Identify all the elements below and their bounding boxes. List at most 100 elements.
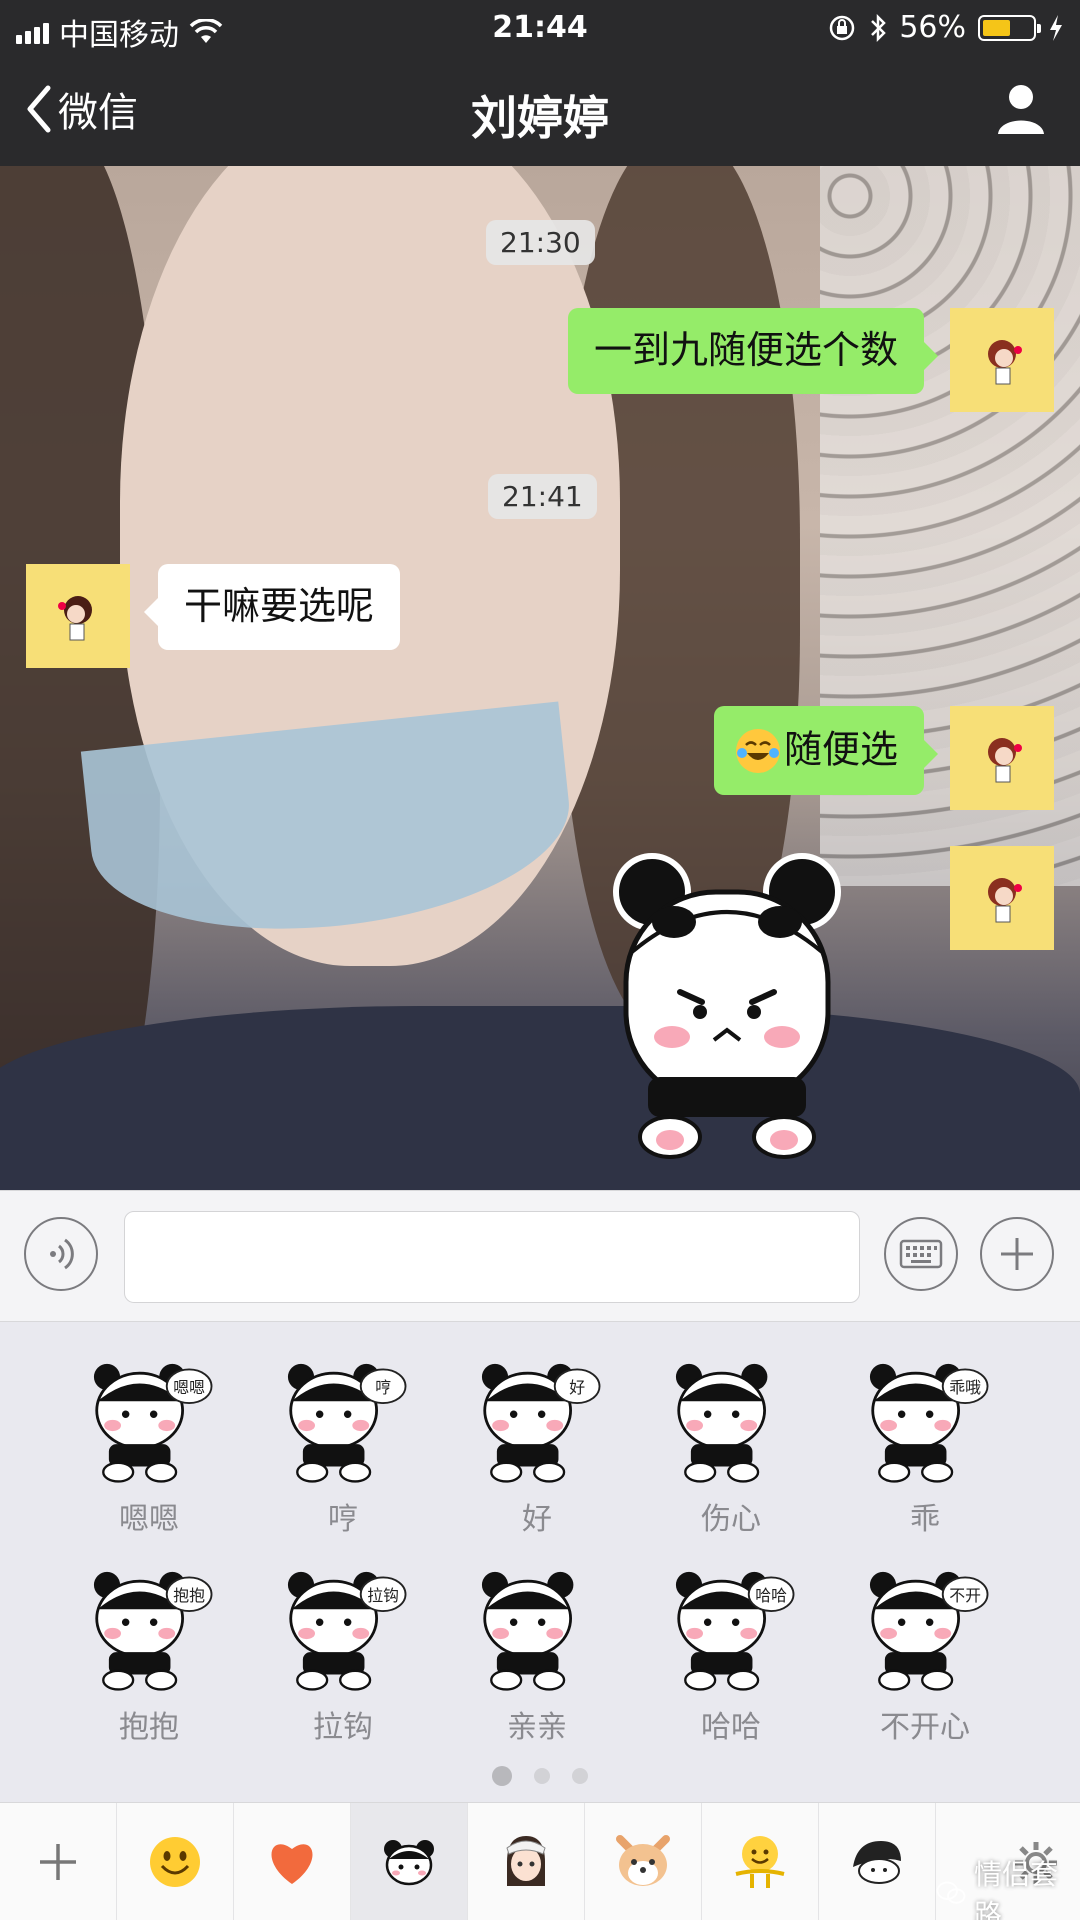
favorites-tab[interactable]	[234, 1803, 351, 1920]
keyboard-icon	[899, 1239, 943, 1269]
sticker-label: 哼	[328, 1502, 358, 1537]
panda-sticker-icon: 不开	[869, 1571, 989, 1691]
girl-avatar-icon	[58, 596, 92, 641]
status-right-group: 56%	[827, 10, 1064, 45]
page-dot-active[interactable]	[492, 1766, 512, 1786]
sticker-label: 拉钩	[313, 1710, 373, 1745]
svg-text:哈哈: 哈哈	[755, 1586, 787, 1605]
contact-avatar[interactable]	[26, 564, 130, 668]
panda-sticker-message[interactable]	[612, 852, 842, 1166]
girl-avatar-icon	[988, 738, 1022, 783]
sticker-item[interactable]: 嗯嗯 嗯嗯	[52, 1348, 246, 1544]
sticker-item[interactable]: 哼哼	[246, 1348, 440, 1544]
smiley-face-icon	[150, 1837, 200, 1887]
message-input[interactable]	[124, 1211, 860, 1303]
sticker-label: 乖	[910, 1502, 940, 1537]
my-avatar[interactable]	[950, 846, 1054, 950]
chat-title: 刘婷婷	[471, 91, 609, 145]
sticker-item[interactable]: 抱抱 抱抱	[52, 1556, 246, 1752]
svg-text:嗯嗯: 嗯嗯	[173, 1378, 205, 1397]
sticker-item[interactable]: 哈哈 哈哈	[634, 1556, 828, 1752]
sticker-label: 嗯嗯	[119, 1502, 179, 1537]
sticker-item[interactable]: 乖哦乖	[828, 1348, 1022, 1544]
emoji-tab[interactable]	[117, 1803, 234, 1920]
panda-sticker-icon: 哈哈	[675, 1571, 795, 1691]
sticker-item[interactable]: 拉钩 拉钩	[246, 1556, 440, 1752]
svg-text:好: 好	[569, 1378, 585, 1397]
sticker-label: 伤心	[701, 1502, 761, 1537]
sent-message[interactable]: 随便选	[713, 706, 939, 795]
sent-message[interactable]: 一到九随便选个数	[567, 308, 939, 394]
bluetooth-icon	[871, 13, 887, 42]
voice-button[interactable]	[24, 1217, 98, 1291]
status-bar: 中国移动 21:44 56%	[0, 0, 1080, 56]
panda-sticker-icon: 嗯嗯	[93, 1363, 213, 1483]
dog-sticker-tab[interactable]	[585, 1803, 702, 1920]
svg-text:不开: 不开	[949, 1586, 981, 1605]
sticker-label: 好	[522, 1502, 552, 1537]
charging-icon	[1050, 14, 1062, 41]
sticker-label: 亲亲	[507, 1710, 567, 1745]
timestamp: 21:41	[488, 474, 597, 519]
background-photo-jacket	[0, 1006, 1080, 1190]
sticker-item[interactable]: 不开不开心	[828, 1556, 1022, 1752]
shiba-dog-icon	[616, 1835, 670, 1886]
panda-sticker-icon	[481, 1571, 574, 1691]
emoji-tab-strip: 情侣套路	[0, 1802, 1080, 1920]
rotation-lock-icon	[830, 15, 855, 40]
sticker-label: 不开心	[880, 1710, 970, 1745]
page-dot[interactable]	[534, 1768, 550, 1784]
sticker-item[interactable]: 好好	[440, 1348, 634, 1544]
message-text: 随便选	[783, 727, 898, 772]
svg-text:抱抱: 抱抱	[173, 1586, 205, 1605]
page-indicator	[0, 1766, 1080, 1786]
my-avatar[interactable]	[950, 308, 1054, 412]
girl-sticker-tab[interactable]	[468, 1803, 585, 1920]
crying-laughing-emoji-icon	[735, 728, 780, 773]
svg-text:拉钩: 拉钩	[367, 1586, 399, 1605]
girl-avatar-icon	[988, 878, 1022, 923]
battery-icon	[978, 14, 1041, 41]
timestamp: 21:30	[486, 220, 595, 265]
panda-sticker-icon: 哼	[287, 1363, 407, 1483]
panda-sticker-icon: 拉钩	[287, 1571, 407, 1691]
panda-sticker-tab[interactable]	[351, 1803, 468, 1920]
heart-icon	[271, 1844, 313, 1884]
more-button[interactable]	[980, 1217, 1054, 1291]
panda-sticker-icon: 好	[481, 1363, 601, 1483]
panda-sticker-icon	[675, 1363, 768, 1483]
girl-cap-icon	[506, 1836, 546, 1886]
plus-icon	[40, 1844, 76, 1880]
watermark: 情侣套路	[936, 1853, 1058, 1920]
received-message[interactable]: 干嘛要选呢	[143, 564, 401, 650]
page-dot[interactable]	[572, 1768, 588, 1784]
nav-bar: 微信 刘婷婷	[0, 56, 1080, 166]
my-avatar[interactable]	[950, 706, 1054, 810]
svg-text:哼: 哼	[375, 1378, 391, 1397]
input-bar	[0, 1190, 1080, 1322]
person-icon	[998, 85, 1044, 134]
character-icon	[853, 1841, 901, 1884]
watermark-text: 情侣套路	[974, 1858, 1059, 1920]
girl-avatar-icon	[988, 340, 1022, 385]
panda-sticker-icon: 抱抱	[93, 1571, 213, 1691]
add-sticker-tab[interactable]	[0, 1803, 117, 1920]
keyboard-button[interactable]	[884, 1217, 958, 1291]
sticker-item[interactable]: 伤心	[634, 1348, 828, 1544]
sticker-item[interactable]: 亲亲	[440, 1556, 634, 1752]
settings-tab[interactable]: 情侣套路	[936, 1803, 1080, 1920]
shrug-smiley-icon	[735, 1836, 785, 1888]
svg-text:乖哦: 乖哦	[949, 1378, 981, 1397]
panda-sticker-icon: 乖哦	[869, 1363, 989, 1483]
sticker-label: 抱抱	[119, 1710, 179, 1745]
wechat-logo-icon	[936, 1881, 966, 1904]
sticker-label: 哈哈	[701, 1710, 761, 1745]
smiley-person-tab[interactable]	[702, 1803, 819, 1920]
panda-icon	[384, 1840, 434, 1886]
plus-icon	[1001, 1238, 1033, 1270]
chat-area[interactable]: 21:30 一到九随便选个数 21:41 干嘛要选呢 随便选	[0, 166, 1080, 1190]
battery-percent: 56%	[899, 10, 966, 45]
sticker-panel: 嗯嗯 嗯嗯哼哼好好伤心 乖哦乖抱抱 抱抱 拉钩 拉钩 亲亲 哈哈 哈哈 不开 不开心	[0, 1322, 1080, 1802]
profile-button[interactable]	[996, 82, 1046, 140]
dark-sticker-tab[interactable]	[819, 1803, 936, 1920]
